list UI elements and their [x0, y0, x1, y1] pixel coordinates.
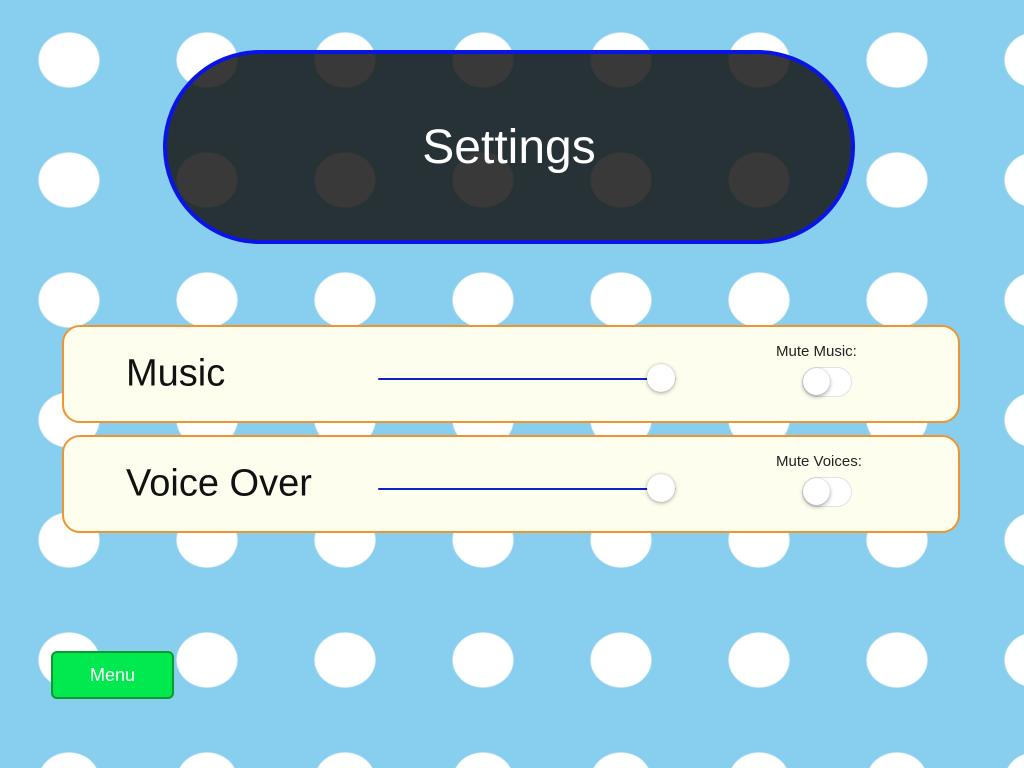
page-title: Settings [422, 120, 596, 174]
music-volume-slider[interactable] [378, 364, 676, 394]
mute-music-toggle[interactable] [802, 367, 852, 397]
mute-voices-label: Mute Voices: [776, 453, 862, 470]
music-slider-fill [378, 378, 662, 380]
music-settings-panel: Music Mute Music: [62, 325, 960, 423]
voice-over-slider-thumb[interactable] [647, 474, 676, 502]
title-banner: Settings [163, 50, 855, 244]
voice-over-volume-slider[interactable] [378, 474, 676, 504]
menu-button[interactable]: Menu [51, 651, 174, 699]
music-slider-thumb[interactable] [647, 364, 676, 392]
menu-button-label: Menu [89, 664, 136, 685]
mute-voices-toggle[interactable] [802, 477, 852, 507]
voice-over-settings-panel: Voice Over Mute Voices: [62, 435, 960, 533]
mute-music-label: Mute Music: [776, 343, 857, 360]
music-label: Music [126, 352, 226, 395]
mute-voices-toggle-knob [803, 478, 830, 505]
voice-over-label: Voice Over [126, 462, 312, 505]
mute-music-toggle-knob [803, 368, 830, 395]
voice-over-slider-fill [378, 488, 662, 490]
